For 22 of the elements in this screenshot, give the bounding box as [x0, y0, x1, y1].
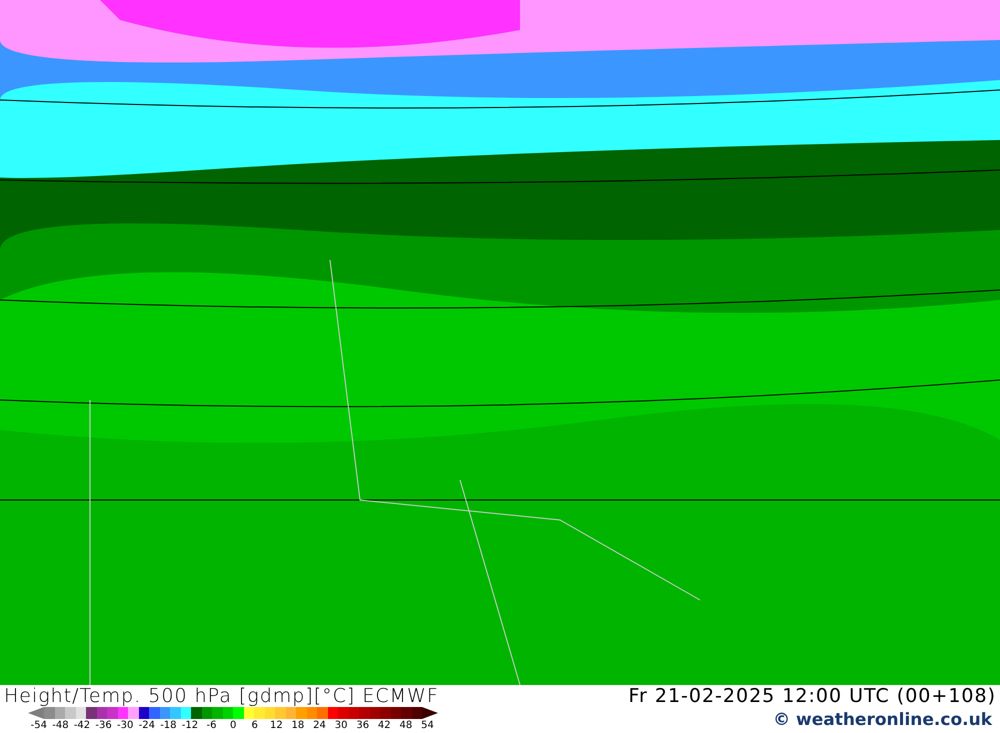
scale-label: -24 [138, 720, 156, 731]
scale-label: 54 [420, 720, 435, 731]
scale-label: -42 [72, 720, 92, 731]
scale-label: 0 [228, 720, 238, 731]
scale-label: -54 [30, 720, 48, 731]
scale-label: 6 [250, 720, 259, 731]
valid-time: Fr 21-02-2025 12:00 UTC (00+108) [628, 685, 996, 707]
scale-label: -12 [180, 720, 200, 731]
scale-label: -30 [116, 720, 134, 731]
scale-label: -36 [94, 720, 113, 731]
scale-label: -48 [51, 720, 70, 731]
scale-label: 18 [290, 720, 306, 731]
copyright-credit: © weatheronline.co.uk [773, 710, 992, 730]
scale-label: 48 [398, 720, 414, 731]
map-title: Height/Temp. 500 hPa [gdmp][°C] ECMWF [4, 685, 439, 707]
scale-label: 24 [312, 720, 327, 731]
scale-label: -6 [206, 720, 218, 731]
scale-label: -18 [159, 720, 178, 731]
scale-label: 30 [334, 720, 348, 731]
scale-label: 12 [268, 720, 284, 731]
scale-label: 42 [376, 720, 392, 731]
scale-label: 36 [355, 720, 370, 731]
